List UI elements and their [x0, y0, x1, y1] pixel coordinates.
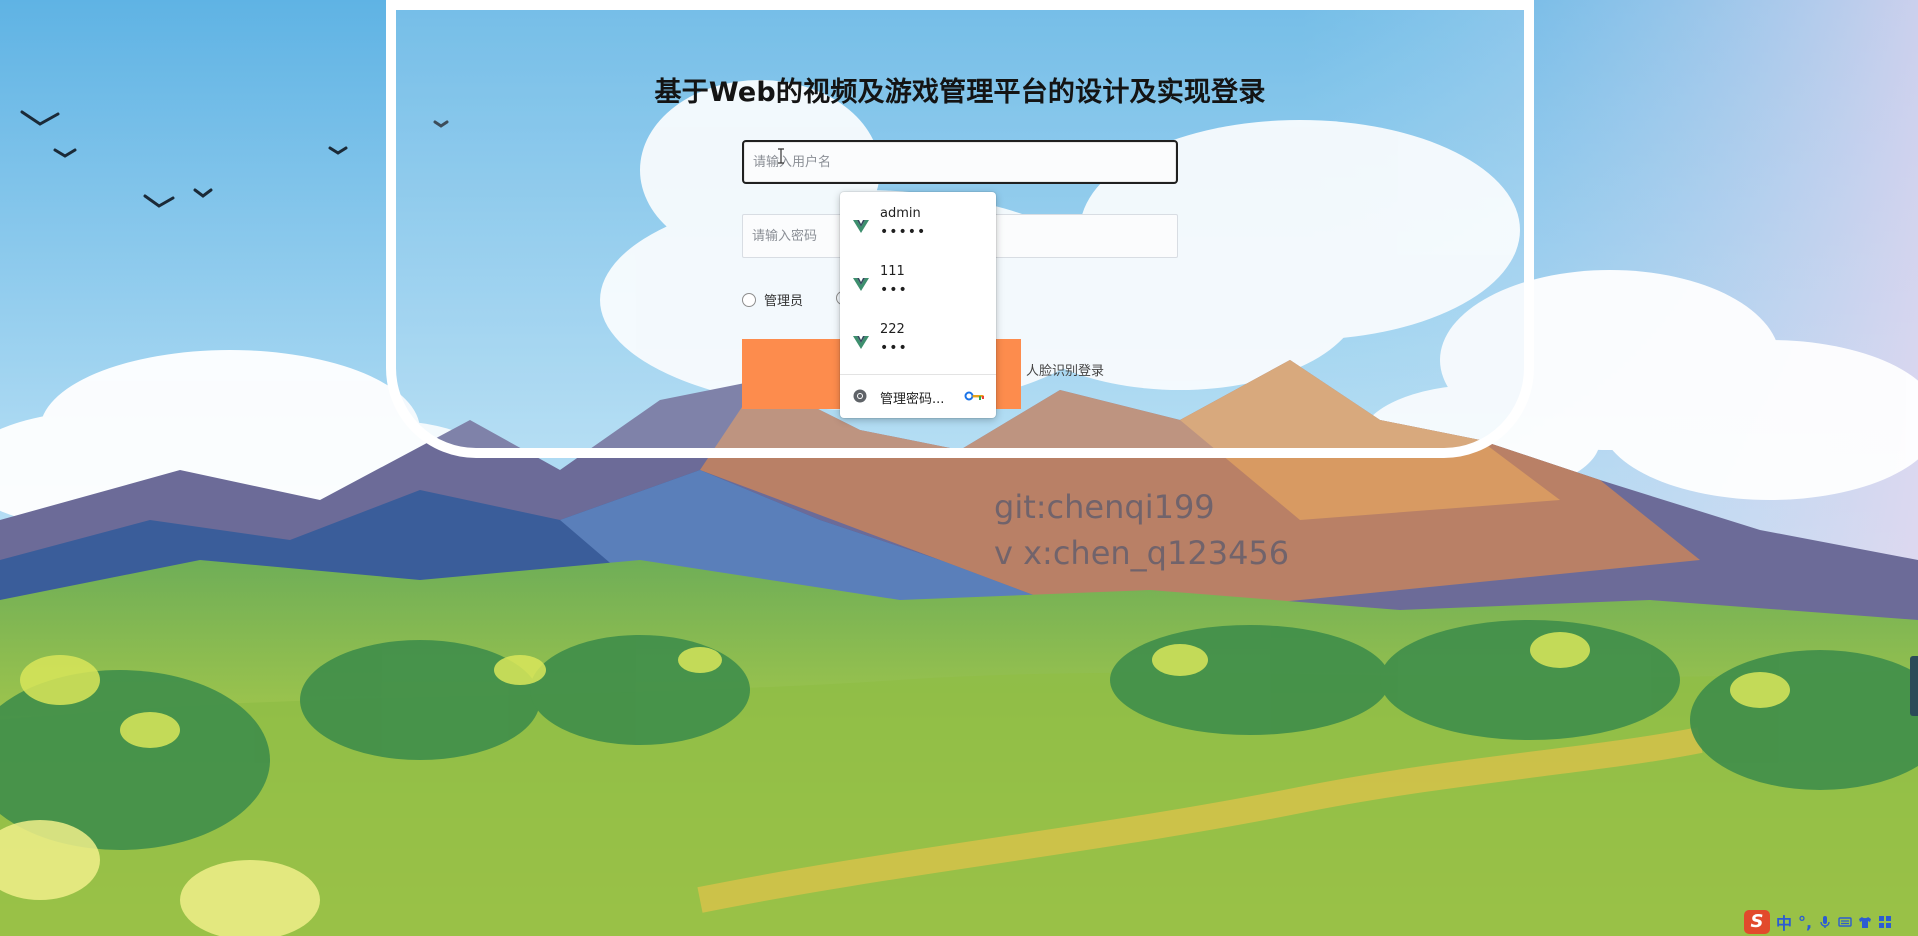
autofill-suggestion[interactable]: 222 •••: [840, 316, 996, 372]
sogou-logo-icon[interactable]: S: [1744, 910, 1770, 934]
role-admin-radio[interactable]: [742, 292, 756, 307]
autofill-suggestion[interactable]: 111 •••: [840, 258, 996, 314]
watermark-git: git:chenqi199: [994, 488, 1215, 526]
suggestion-password-mask: •••: [880, 340, 908, 356]
key-icon: [964, 391, 984, 401]
page-title: 基于Web的视频及游戏管理平台的设计及实现登录: [654, 77, 1266, 108]
password-autofill-dropdown: admin ••••• 111 ••• 222 ••• 管理密码...: [840, 192, 996, 418]
ime-toolbar: S 中 °,: [1744, 908, 1918, 936]
vue-logo-icon: [853, 336, 869, 349]
autofill-suggestion[interactable]: admin •••••: [840, 200, 996, 256]
watermark-wechat: v x:chen_q123456: [994, 534, 1290, 572]
dropdown-divider: [840, 374, 996, 375]
manage-passwords-item[interactable]: 管理密码...: [840, 376, 996, 416]
side-drawer-handle[interactable]: [1910, 656, 1918, 716]
suggestion-username: 222: [880, 322, 905, 337]
suggestion-username: 111: [880, 264, 905, 279]
chrome-icon: [853, 389, 867, 403]
vue-logo-icon: [853, 278, 869, 291]
skin-shirt-icon[interactable]: [1858, 915, 1872, 929]
text-cursor-icon: [778, 148, 784, 164]
login-card-top-border: [386, 0, 1534, 10]
username-input[interactable]: [742, 140, 1178, 184]
role-selector: 管理员: [742, 290, 825, 309]
manage-passwords-label: 管理密码...: [880, 392, 945, 407]
microphone-icon[interactable]: [1818, 915, 1832, 929]
suggestion-username: admin: [880, 206, 921, 221]
suggestion-password-mask: •••: [880, 282, 908, 298]
toolbox-grid-icon[interactable]: [1878, 915, 1892, 929]
ime-punct-toggle[interactable]: °,: [1798, 913, 1812, 932]
role-admin-label[interactable]: 管理员: [764, 290, 803, 309]
ime-mode-toggle[interactable]: 中: [1776, 910, 1792, 934]
suggestion-password-mask: •••••: [880, 224, 927, 240]
keyboard-icon[interactable]: [1838, 915, 1852, 929]
vue-logo-icon: [853, 220, 869, 233]
face-login-link[interactable]: 人脸识别登录: [1026, 360, 1104, 379]
